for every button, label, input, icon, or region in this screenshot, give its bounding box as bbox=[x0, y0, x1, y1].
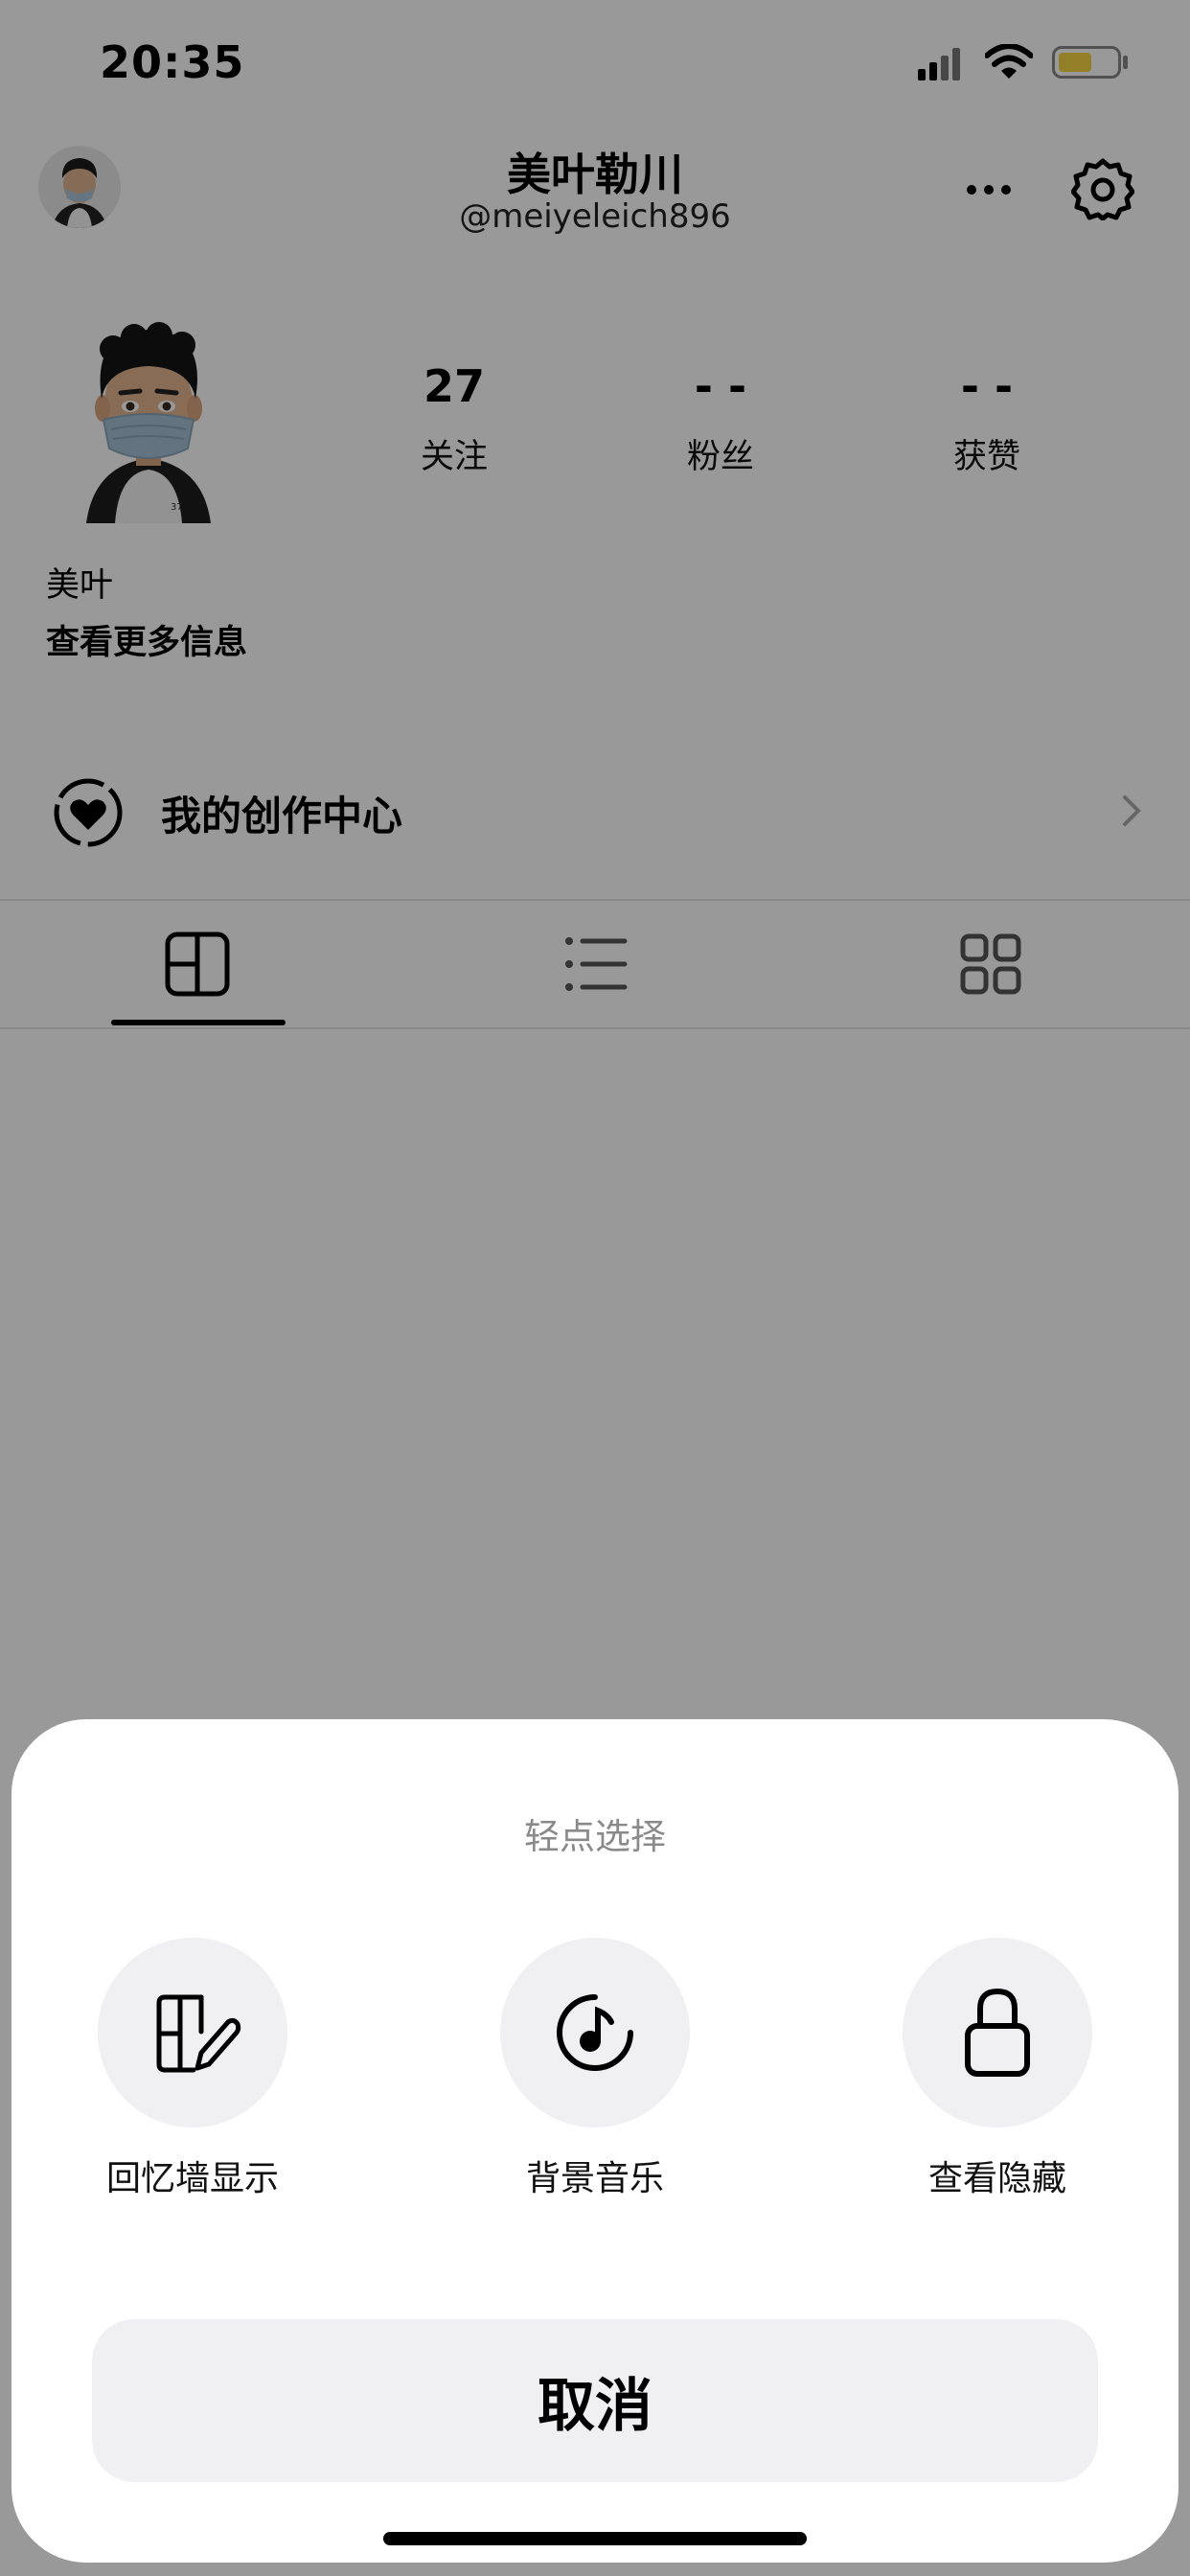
sheet-title: 轻点选择 bbox=[524, 1816, 666, 1857]
memory-wall-edit-icon bbox=[156, 1994, 241, 2073]
home-indicator bbox=[383, 2532, 807, 2545]
view-hidden-option-label[interactable]: 查看隐藏 bbox=[854, 2150, 1141, 2200]
memory-wall-option-button[interactable] bbox=[98, 1938, 287, 2128]
background-music-option-label[interactable]: 背景音乐 bbox=[451, 2150, 739, 2200]
view-hidden-option-button[interactable] bbox=[903, 1938, 1092, 2128]
memory-wall-option-label[interactable]: 回忆墙显示 bbox=[49, 2150, 336, 2200]
lock-icon bbox=[965, 1988, 1030, 2077]
cancel-button[interactable]: 取消 bbox=[92, 2319, 1098, 2482]
music-note-icon bbox=[557, 1994, 633, 2071]
background-music-option-button[interactable] bbox=[500, 1938, 690, 2128]
